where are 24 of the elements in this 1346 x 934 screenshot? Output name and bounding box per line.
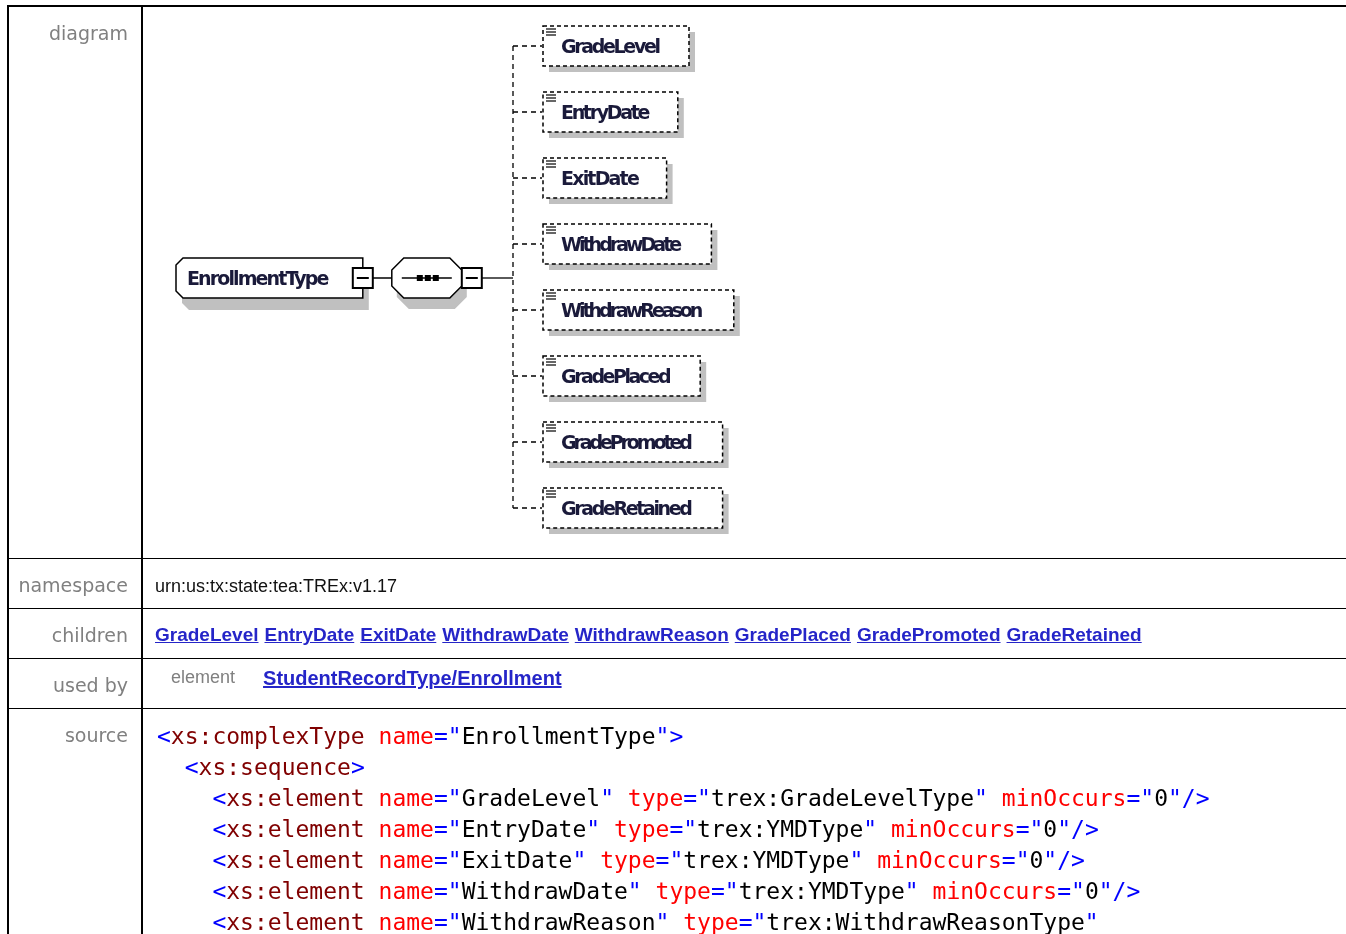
link[interactable]: GradeLevel bbox=[155, 621, 259, 650]
row-label: children bbox=[51, 624, 128, 646]
source-line: <xs:element name="WithdrawDate" type="trex:YMDType" minOccurs="0"/> bbox=[212, 878, 1141, 904]
link[interactable]: WithdrawReason bbox=[574, 621, 729, 650]
row-label: used by bbox=[52, 674, 128, 696]
source-line: <xs:element name="EntryDate" type="trex:YMDType" minOccurs="0"/> bbox=[212, 816, 1099, 842]
link[interactable]: GradePlaced bbox=[734, 621, 851, 650]
link[interactable]: WithdrawDate bbox=[442, 621, 569, 650]
link[interactable]: ExitDate bbox=[360, 621, 437, 650]
source-line: <xs:element name="GradeLevel" type="trex:GradeLevelType" minOccurs="0"/> bbox=[212, 785, 1210, 811]
entry-type: element bbox=[171, 666, 236, 689]
row-label: source bbox=[64, 724, 128, 746]
source-line: <xs:element name="WithdrawReason" type="trex:WithdrawReasonType" bbox=[212, 909, 1099, 934]
link[interactable]: GradeRetained bbox=[1006, 621, 1142, 650]
row-label: diagram bbox=[49, 22, 128, 44]
row-label: namespace bbox=[18, 574, 128, 596]
link[interactable]: EntryDate bbox=[264, 621, 355, 650]
source-line: <xs:element name="ExitDate" type="trex:YMDType" minOccurs="0"/> bbox=[212, 847, 1085, 873]
link[interactable]: GradePromoted bbox=[856, 621, 1001, 650]
source-line: <xs:complexType name="EnrollmentType"> bbox=[157, 723, 684, 749]
namespace-value: urn:us:tx:state:tea:TREx:v1.17 bbox=[155, 576, 398, 596]
sequence-node[interactable] bbox=[391, 257, 483, 309]
link[interactable]: StudentRecordType/Enrollment bbox=[263, 667, 562, 689]
source-line: <xs:sequence> bbox=[184, 754, 365, 780]
